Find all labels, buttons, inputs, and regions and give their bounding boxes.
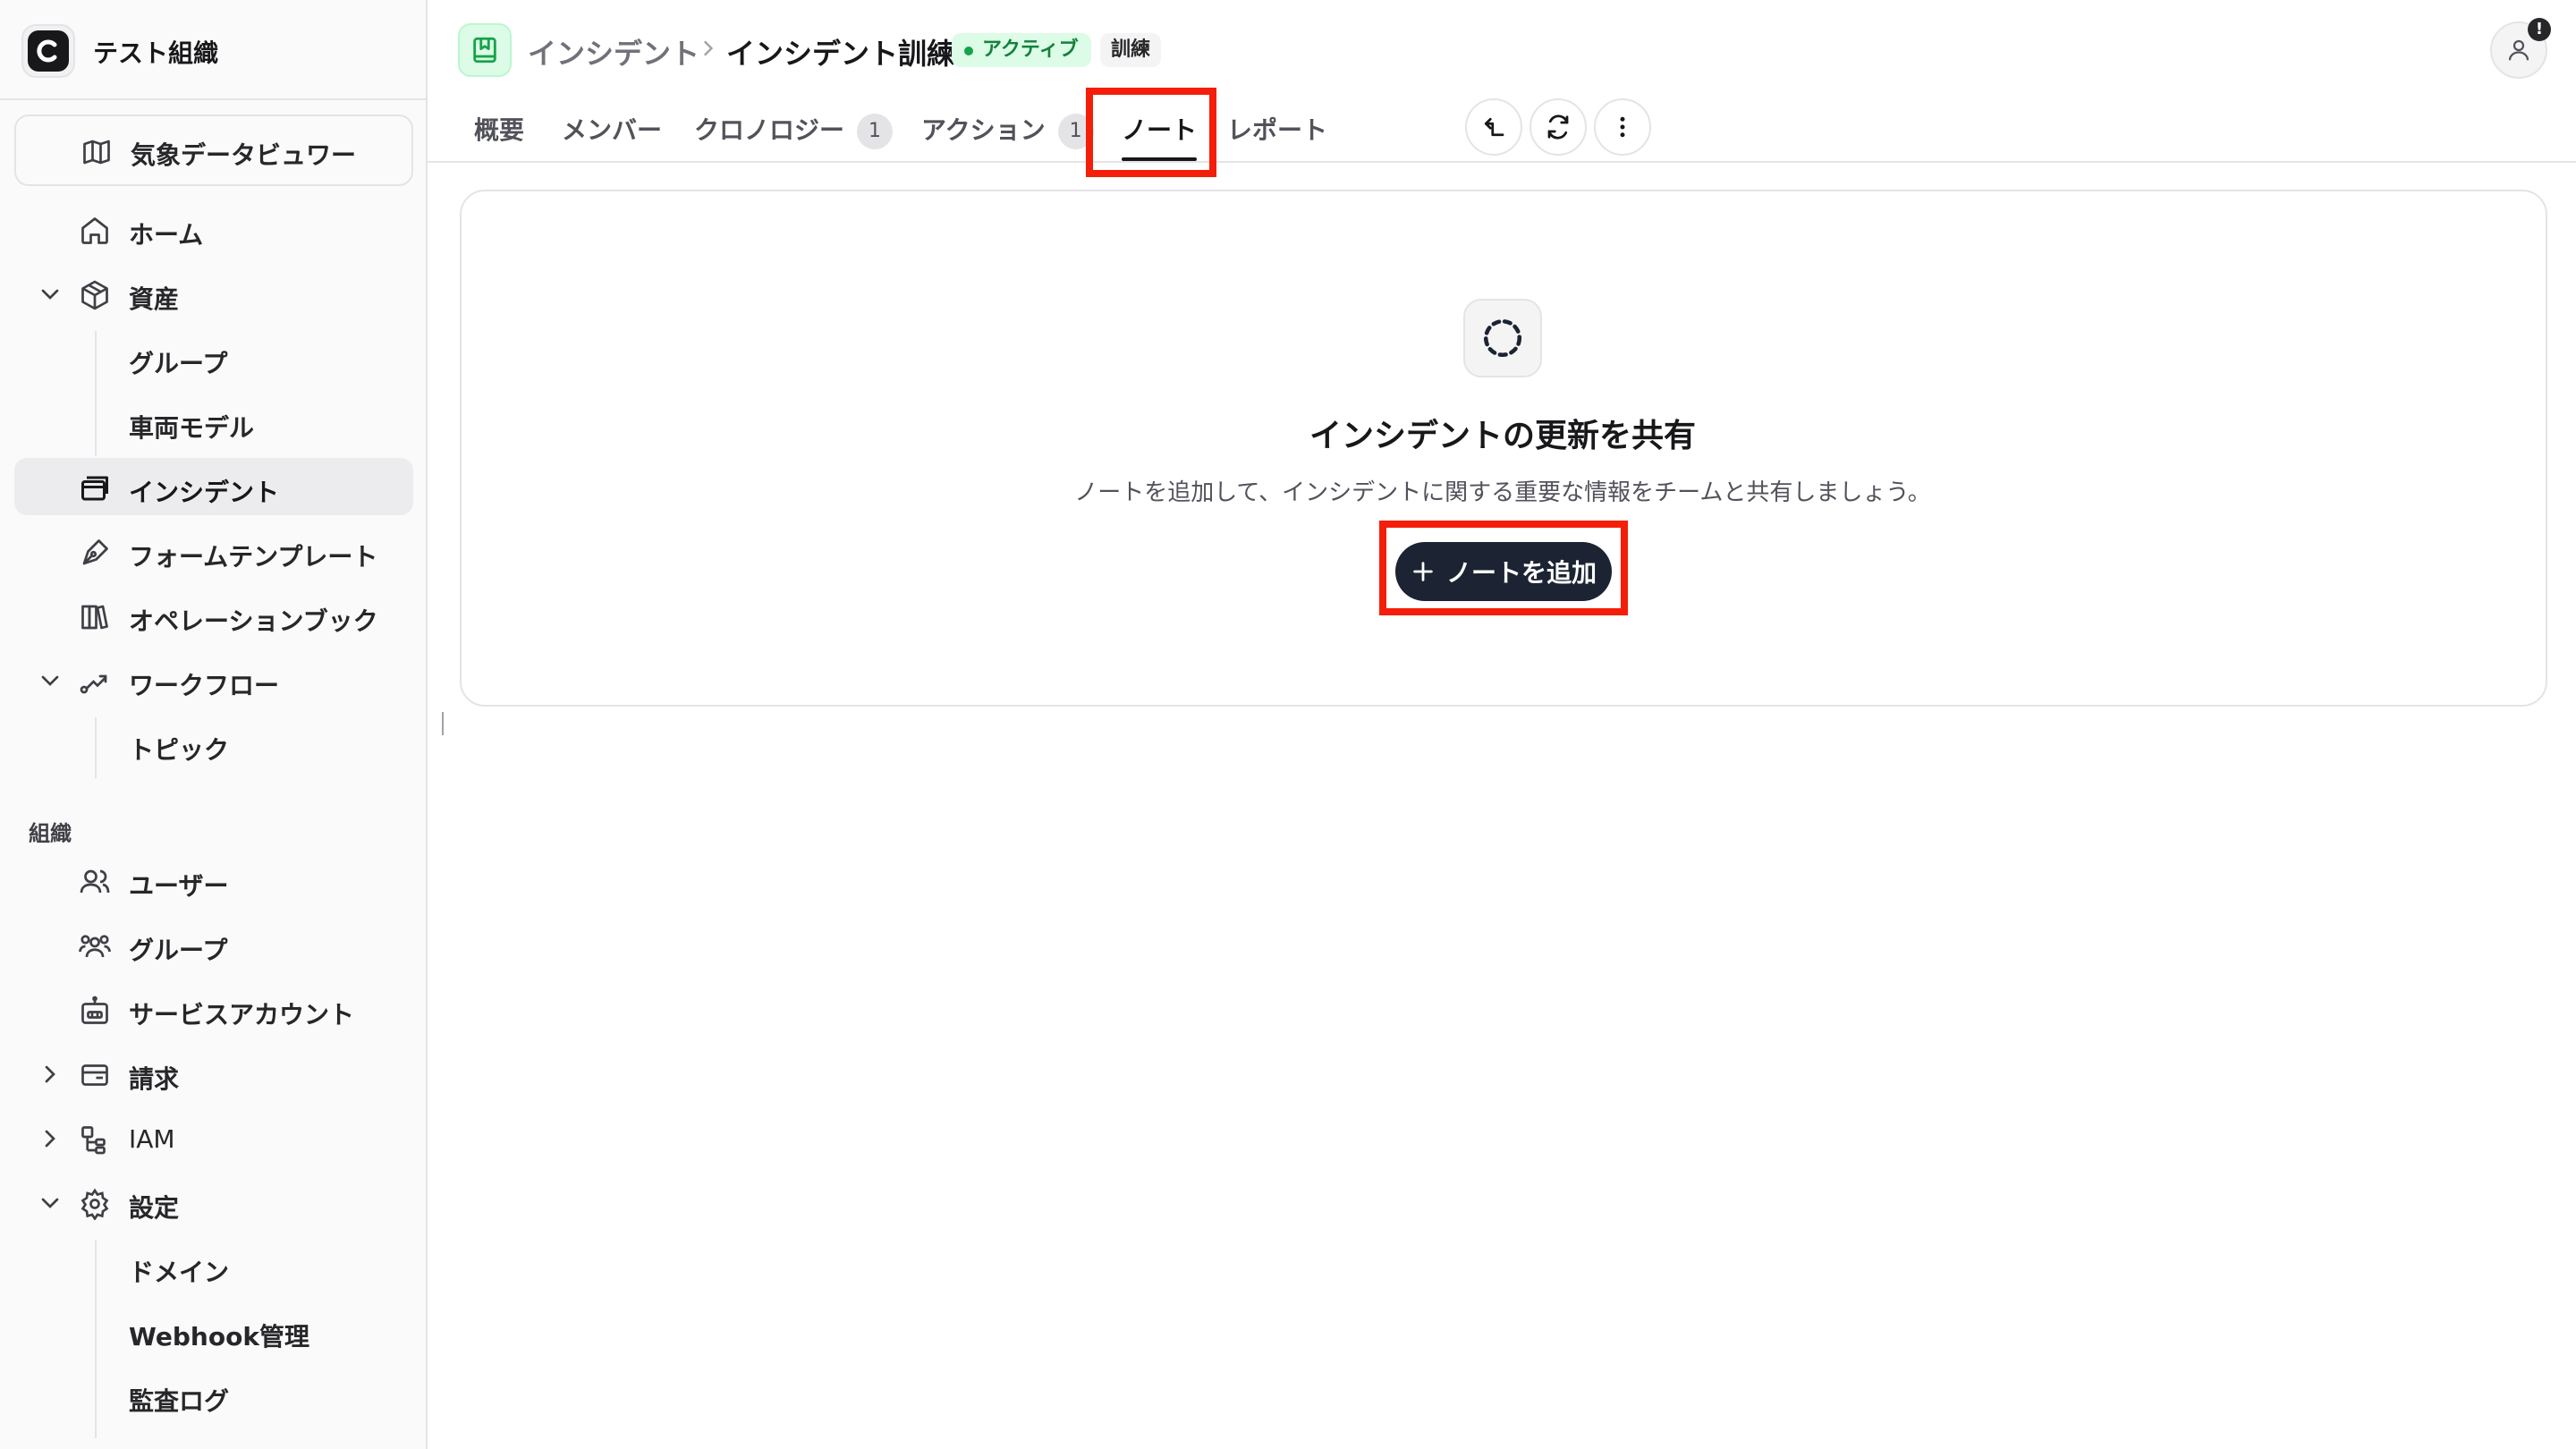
sidebar-item-label: 資産 — [129, 284, 180, 314]
pen-icon — [79, 537, 111, 569]
sidebar-item-groups[interactable]: グループ — [14, 329, 413, 386]
refresh-button[interactable] — [1530, 98, 1587, 156]
more-options-button[interactable] — [1594, 98, 1651, 156]
iam-icon — [79, 1123, 111, 1156]
box-icon — [79, 279, 111, 311]
breadcrumb-parent[interactable]: インシデント — [528, 31, 699, 72]
home-icon — [79, 215, 111, 247]
sidebar-item-label: ホーム — [129, 220, 204, 250]
sidebar-item-label: トピック — [129, 735, 230, 765]
sidebar-item-label: グループ — [129, 936, 228, 965]
sidebar-item-assets[interactable]: 資産 — [14, 265, 413, 322]
tab-report[interactable]: レポート — [1227, 111, 1327, 154]
org-logo — [21, 24, 75, 78]
type-badge: 訓練 — [1100, 33, 1162, 67]
sidebar-item-settings[interactable]: 設定 — [14, 1174, 413, 1231]
highlight-box — [1379, 521, 1628, 615]
users-icon — [79, 866, 111, 898]
sidebar-item-label: 請求 — [129, 1064, 180, 1094]
refresh-icon — [1545, 114, 1572, 140]
app-window: テスト組織 気象データビュワー ホーム 資産 グループ 車両モデル インシデント… — [0, 0, 2576, 1449]
tab-label: クロノロジー — [694, 115, 845, 145]
sidebar-item-webhooks[interactable]: Webhook管理 — [14, 1302, 413, 1360]
sidebar-item-label: Webhook管理 — [129, 1322, 309, 1352]
gear-icon — [79, 1188, 111, 1220]
books-icon — [79, 601, 111, 633]
weather-viewer-button[interactable]: 気象データビュワー — [14, 114, 413, 186]
sidebar-item-users[interactable]: ユーザー — [14, 852, 413, 909]
page-title: インシデント訓練 — [726, 37, 956, 71]
sidebar-item-service-accounts[interactable]: サービスアカウント — [14, 980, 413, 1038]
sidebar-item-org-groups[interactable]: グループ — [14, 916, 413, 973]
sidebar-item-operation-books[interactable]: オペレーションブック — [14, 587, 413, 644]
sidebar-item-billing[interactable]: 請求 — [14, 1045, 413, 1102]
chevron-right-icon[interactable] — [36, 1124, 64, 1153]
sidebar-item-iam[interactable]: IAM — [14, 1109, 413, 1166]
tab-overview[interactable]: 概要 — [474, 111, 524, 154]
sidebar-item-audit-log[interactable]: 監査ログ — [14, 1367, 413, 1424]
sidebar-item-domains[interactable]: ドメイン — [14, 1238, 413, 1295]
tab-label: レポート — [1227, 115, 1328, 145]
return-icon — [1480, 114, 1507, 140]
chevron-down-icon[interactable] — [36, 1189, 64, 1217]
chevron-right-icon[interactable] — [36, 1060, 64, 1089]
tab-count-badge: 1 — [857, 114, 894, 149]
org-name: テスト組織 — [93, 38, 219, 68]
tab-label: 概要 — [474, 115, 525, 145]
sidebar-item-label: ユーザー — [129, 871, 229, 901]
bot-icon — [79, 995, 111, 1027]
sidebar-item-label: サービスアカウント — [129, 1000, 355, 1030]
tab-members[interactable]: メンバー — [562, 111, 662, 154]
sidebar-item-label: グループ — [129, 349, 228, 378]
sidebar-item-label: IAM — [129, 1124, 175, 1154]
weather-viewer-label: 気象データビュワー — [131, 140, 357, 170]
group-icon — [79, 930, 111, 962]
panel-resize-handle[interactable] — [442, 712, 444, 735]
chevron-right-icon — [696, 36, 721, 61]
page-header: インシデント インシデント訓練 アクティブ 訓練 ! — [428, 0, 2576, 100]
sidebar-item-label: ワークフロー — [129, 671, 280, 700]
org-section-title: 組織 — [29, 821, 72, 846]
highlight-box — [1086, 88, 1216, 177]
sidebar-item-label: オペレーションブック — [129, 606, 378, 636]
wallet-icon — [79, 1059, 111, 1091]
tab-label: アクション — [921, 115, 1046, 145]
workflow-icon — [79, 665, 111, 698]
sidebar-item-workflow[interactable]: ワークフロー — [14, 651, 413, 708]
export-button[interactable] — [1465, 98, 1522, 156]
sidebar: テスト組織 気象データビュワー ホーム 資産 グループ 車両モデル インシデント… — [0, 0, 428, 1449]
tab-label: メンバー — [562, 115, 663, 145]
sidebar-item-label: フォームテンプレート — [129, 542, 378, 572]
org-switcher[interactable]: テスト組織 — [0, 0, 428, 100]
sidebar-item-label: 監査ログ — [129, 1386, 230, 1416]
tab-actions[interactable]: アクション 1 — [921, 111, 1094, 154]
sidebar-item-label: 設定 — [129, 1193, 180, 1223]
sidebar-item-form-templates[interactable]: フォームテンプレート — [14, 522, 413, 580]
chevron-down-icon[interactable] — [36, 280, 64, 309]
empty-state-title: インシデントの更新を共有 — [1309, 418, 1696, 454]
empty-state-description: ノートを追加して、インシデントに関する重要な情報をチームと共有しましょう。 — [1074, 479, 1931, 506]
chevron-down-icon[interactable] — [36, 666, 64, 695]
status-badge: アクティブ — [952, 33, 1091, 67]
tab-chronology[interactable]: クロノロジー 1 — [694, 111, 894, 154]
map-icon — [80, 136, 113, 168]
incident-type-icon — [458, 23, 512, 77]
notification-badge: ! — [2528, 18, 2551, 41]
sidebar-item-topics[interactable]: トピック — [14, 716, 413, 773]
sidebar-item-home[interactable]: ホーム — [14, 200, 413, 258]
sidebar-item-label: ドメイン — [129, 1258, 230, 1287]
loading-circle-icon — [1463, 299, 1542, 377]
more-vertical-icon — [1609, 114, 1636, 140]
